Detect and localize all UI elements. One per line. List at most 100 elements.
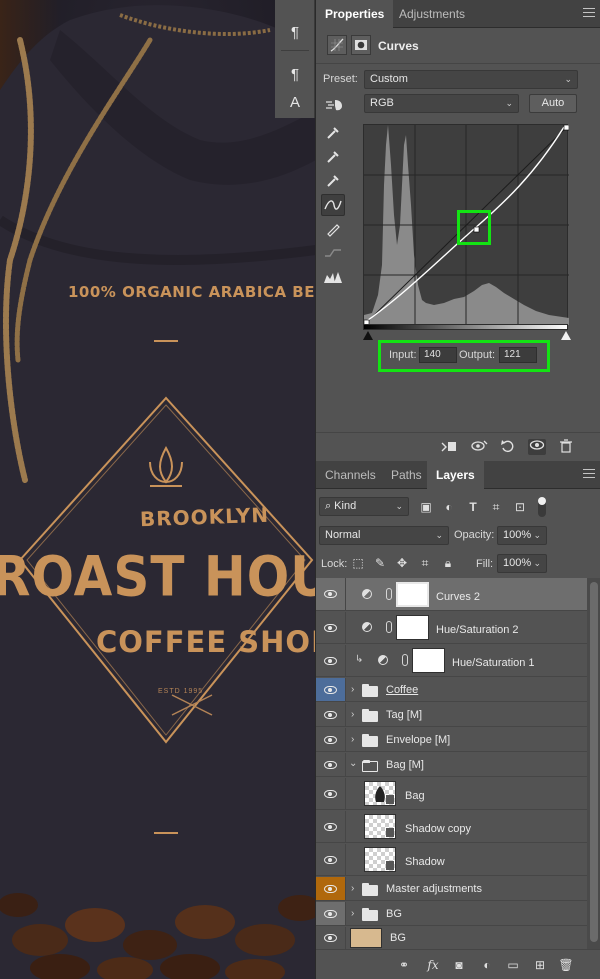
toggle-visibility-icon[interactable] [528, 439, 546, 455]
pencil-draw-icon[interactable] [321, 218, 345, 240]
preset-select[interactable]: Custom ⌄ [364, 70, 578, 89]
link-icon[interactable] [386, 588, 392, 600]
output-field[interactable]: 121 [499, 347, 537, 363]
black-point-eyedropper-icon[interactable] [321, 122, 345, 144]
filter-toggle-switch[interactable] [538, 497, 546, 517]
fx-layer-style-icon[interactable]: fx [424, 957, 442, 973]
filter-shape-icon[interactable]: ⌗ [487, 499, 505, 515]
blend-mode-select[interactable]: Normal ⌄ [319, 526, 449, 545]
layer-row-bag-group[interactable]: ⌄ Bag [M] [316, 753, 587, 777]
lock-image-pixels-icon[interactable]: ✎ [371, 555, 389, 571]
paragraph-icon[interactable]: ¶ [275, 18, 315, 46]
tab-layers[interactable]: Layers [427, 461, 484, 490]
filter-adjustment-icon[interactable]: ◐ [440, 499, 458, 515]
layer-mask-icon[interactable] [351, 35, 371, 55]
chevron-right-icon[interactable]: › [351, 883, 354, 894]
clipping-warning-icon[interactable] [321, 266, 345, 288]
filter-smart-object-icon[interactable]: ⊡ [511, 499, 529, 515]
new-layer-icon[interactable]: ⊞ [531, 957, 549, 973]
filter-type-icon[interactable]: T [464, 499, 482, 515]
eye-visibility-icon[interactable] [316, 703, 346, 726]
layer-row-curves-2[interactable]: Curves 2 [316, 578, 587, 611]
channel-select[interactable]: RGB ⌄ [364, 94, 519, 113]
chevron-right-icon[interactable]: › [351, 684, 354, 695]
link-icon[interactable] [386, 621, 392, 633]
layer-mask-thumbnail[interactable] [396, 615, 429, 640]
lock-all-icon[interactable]: 🔒︎ [439, 555, 457, 571]
white-point-slider[interactable] [561, 331, 571, 340]
eye-visibility-icon[interactable] [316, 927, 346, 949]
layers-scrollbar-thumb[interactable] [590, 582, 598, 942]
eye-visibility-icon[interactable] [316, 645, 346, 676]
layer-mask-thumbnail[interactable] [412, 648, 445, 673]
layer-thumbnail[interactable] [364, 781, 396, 806]
white-point-eyedropper-icon[interactable] [321, 170, 345, 192]
layer-row-master-adjustments-group[interactable]: › Master adjustments [316, 877, 587, 901]
opacity-field[interactable]: 100% ⌄ [497, 526, 547, 545]
auto-button[interactable]: Auto [529, 94, 577, 113]
link-icon[interactable] [402, 654, 408, 666]
chevron-down-icon[interactable]: ⌄ [349, 758, 357, 769]
fill-field[interactable]: 100% ⌄ [497, 554, 547, 573]
layer-row-coffee-group[interactable]: › Coffee [316, 678, 587, 702]
layer-thumbnail[interactable] [364, 814, 396, 839]
filter-kind-select[interactable]: ⌕ Kind ⌄ [319, 497, 409, 516]
tab-paths[interactable]: Paths [382, 461, 431, 489]
properties-panel-menu-icon[interactable] [583, 8, 595, 18]
tab-adjustments[interactable]: Adjustments [390, 0, 474, 28]
layer-row-hue-saturation-2[interactable]: Hue/Saturation 2 [316, 612, 587, 644]
eye-visibility-icon[interactable] [316, 612, 346, 643]
eye-visibility-icon[interactable] [316, 844, 346, 875]
targeted-adjustment-icon[interactable] [324, 97, 346, 113]
layer-row-shadow[interactable]: Shadow [316, 844, 587, 876]
chevron-right-icon[interactable]: › [351, 734, 354, 745]
filter-kind-value: Kind [334, 500, 357, 512]
eye-visibility-icon[interactable] [316, 811, 346, 842]
eye-visibility-icon[interactable] [316, 678, 346, 701]
layer-row-bg[interactable]: BG [316, 927, 587, 949]
layer-row-tag-group[interactable]: › Tag [M] [316, 703, 587, 727]
layer-thumbnail[interactable] [364, 847, 396, 872]
eye-visibility-icon[interactable] [316, 578, 346, 610]
curves-adjustment-icon[interactable] [327, 35, 347, 55]
layers-panel-menu-icon[interactable] [583, 469, 595, 479]
curve-point-white[interactable] [563, 124, 570, 131]
tab-channels[interactable]: Channels [316, 461, 385, 489]
add-mask-icon[interactable]: ◙ [450, 957, 468, 973]
filter-pixel-icon[interactable]: ▣ [417, 499, 435, 515]
layer-thumbnail[interactable] [350, 928, 382, 948]
eye-visibility-icon[interactable] [316, 902, 346, 925]
lock-position-icon[interactable]: ✥ [393, 555, 411, 571]
eye-visibility-icon[interactable] [316, 877, 346, 900]
black-point-slider[interactable] [363, 331, 373, 340]
view-previous-state-icon[interactable] [470, 439, 488, 455]
reset-adjustment-icon[interactable] [499, 439, 517, 455]
layer-row-shadow-copy[interactable]: Shadow copy [316, 811, 587, 843]
smooth-curve-icon[interactable] [321, 242, 345, 264]
link-layers-icon[interactable]: ⚭ [395, 957, 413, 973]
layer-row-bg-group[interactable]: › BG [316, 902, 587, 926]
trash-icon[interactable] [557, 439, 575, 455]
eye-visibility-icon[interactable] [316, 778, 346, 809]
eye-visibility-icon[interactable] [316, 728, 346, 751]
character-styles-icon[interactable]: A [275, 88, 315, 116]
layer-mask-thumbnail[interactable] [396, 582, 429, 607]
tab-properties[interactable]: Properties [316, 0, 394, 29]
gray-point-eyedropper-icon[interactable] [321, 146, 345, 168]
chevron-right-icon[interactable]: › [351, 908, 354, 919]
clip-to-layer-icon[interactable] [440, 439, 458, 455]
layer-row-hue-saturation-1[interactable]: ↳ Hue/Saturation 1 [316, 645, 587, 677]
eye-visibility-icon[interactable] [316, 753, 346, 776]
layer-row-envelope-group[interactable]: › Envelope [M] [316, 728, 587, 752]
edit-points-curve-icon[interactable] [321, 194, 345, 216]
chevron-right-icon[interactable]: › [351, 709, 354, 720]
lock-transparent-pixels-icon[interactable]: ⬚ [349, 555, 367, 571]
document-canvas[interactable]: 100% ORGANIC ARABICA BEANS BROOKLYN ROAS… [0, 0, 316, 979]
new-group-icon[interactable]: ▭ [504, 957, 522, 973]
input-field[interactable]: 140 [419, 347, 457, 363]
lock-artboard-icon[interactable]: ⌗ [416, 555, 434, 571]
trash-icon[interactable]: 🗑︎ [557, 957, 575, 973]
paragraph-styles-icon[interactable]: ¶ [275, 60, 315, 88]
layer-row-bag[interactable]: Bag [316, 778, 587, 810]
new-adjustment-layer-icon[interactable]: ◐ [478, 957, 496, 973]
